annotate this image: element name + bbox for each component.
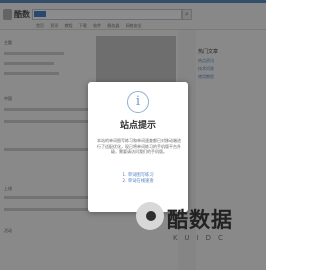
info-icon: i [127,91,149,113]
dialog-title: 站点提示 [119,121,156,131]
watermark-title: 酷数据 [167,208,233,232]
dialog-message: 本站的单词图写练习和单词速查都已对移动端进行了适配优化，现已将单词练习的手机版平… [97,138,181,155]
site-notice-dialog: i 站点提示 本站的单词图写练习和单词速查都已对移动端进行了适配优化，现已将单词… [88,82,188,212]
word-lookup-link[interactable]: 2. 单词在线速查 [88,179,188,185]
watermark-logo: 酷数据 KUIDC [133,200,266,270]
dialog-links: 1. 单词图写练习 2. 单词在线速查 [88,173,188,185]
watermark-subtitle: KUIDC [173,234,230,242]
watermark-badge-dot [146,211,156,221]
watermark-badge-icon [136,202,164,230]
